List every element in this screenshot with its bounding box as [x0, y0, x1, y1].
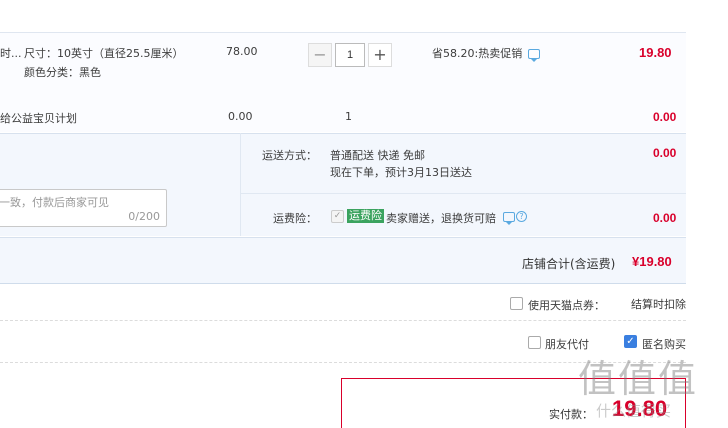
points-checkbox[interactable]	[510, 297, 523, 310]
quantity-input[interactable]: 1	[335, 43, 365, 67]
help-icon[interactable]: ?	[516, 211, 527, 222]
buyer-message-counter: 0/200	[128, 210, 160, 223]
shipping-label: 运送方式：	[262, 149, 317, 162]
divider	[240, 193, 686, 194]
charity-subtotal: 0.00	[653, 110, 677, 124]
insurance-desc: 卖家赠送，退换货可赔	[386, 212, 496, 225]
divider	[0, 320, 686, 321]
quantity-stepper[interactable]: − 1 +	[308, 43, 392, 67]
shipping-method[interactable]: 普通配送 快递 免邮	[330, 147, 425, 163]
friend-pay-checkbox[interactable]	[528, 336, 541, 349]
insurance-checkbox: ✓	[331, 210, 344, 223]
item-color: 颜色分类：黑色	[24, 66, 101, 79]
charity-quantity: 1	[345, 110, 352, 123]
chat-icon[interactable]	[503, 212, 515, 225]
promo-text: 省58.20:热卖促销	[432, 47, 523, 60]
item-subtotal: 19.80	[639, 45, 672, 60]
item-unit-price: 78.00	[226, 45, 258, 58]
points-label: 使用天猫点券：	[528, 299, 605, 312]
insurance-tag: 运费险	[347, 209, 384, 223]
shipping-eta: 现在下单，预计3月13日送达	[330, 166, 472, 179]
shop-total-value: ¥19.80	[632, 254, 672, 269]
increase-button[interactable]: +	[368, 43, 392, 67]
item-size: 尺寸：10英寸（直径25.5厘米）	[24, 47, 184, 60]
chat-icon[interactable]	[528, 49, 540, 62]
divider	[240, 133, 241, 236]
watermark-logo: 值值值	[578, 357, 699, 401]
points-note: 结算时扣除	[631, 298, 686, 311]
insurance-label: 运费险：	[273, 212, 317, 225]
item-title-fragment[interactable]: 时...	[0, 45, 22, 61]
decrease-button[interactable]: −	[308, 43, 332, 67]
anonymous-checkbox[interactable]: ✓	[624, 335, 637, 348]
charity-price: 0.00	[228, 110, 253, 123]
shipping-price: 0.00	[653, 146, 677, 160]
buyer-message-placeholder: 一致，付款后商家可见	[0, 196, 109, 209]
watermark-url: 什么值得买	[596, 403, 672, 420]
insurance-price: 0.00	[653, 211, 677, 225]
shop-total-label: 店铺合计(含运费)	[522, 257, 616, 271]
charity-label: 给公益宝贝计划	[0, 112, 77, 125]
buyer-message-input[interactable]: 一致，付款后商家可见 0/200	[0, 189, 167, 227]
pay-label: 实付款：	[549, 408, 593, 421]
